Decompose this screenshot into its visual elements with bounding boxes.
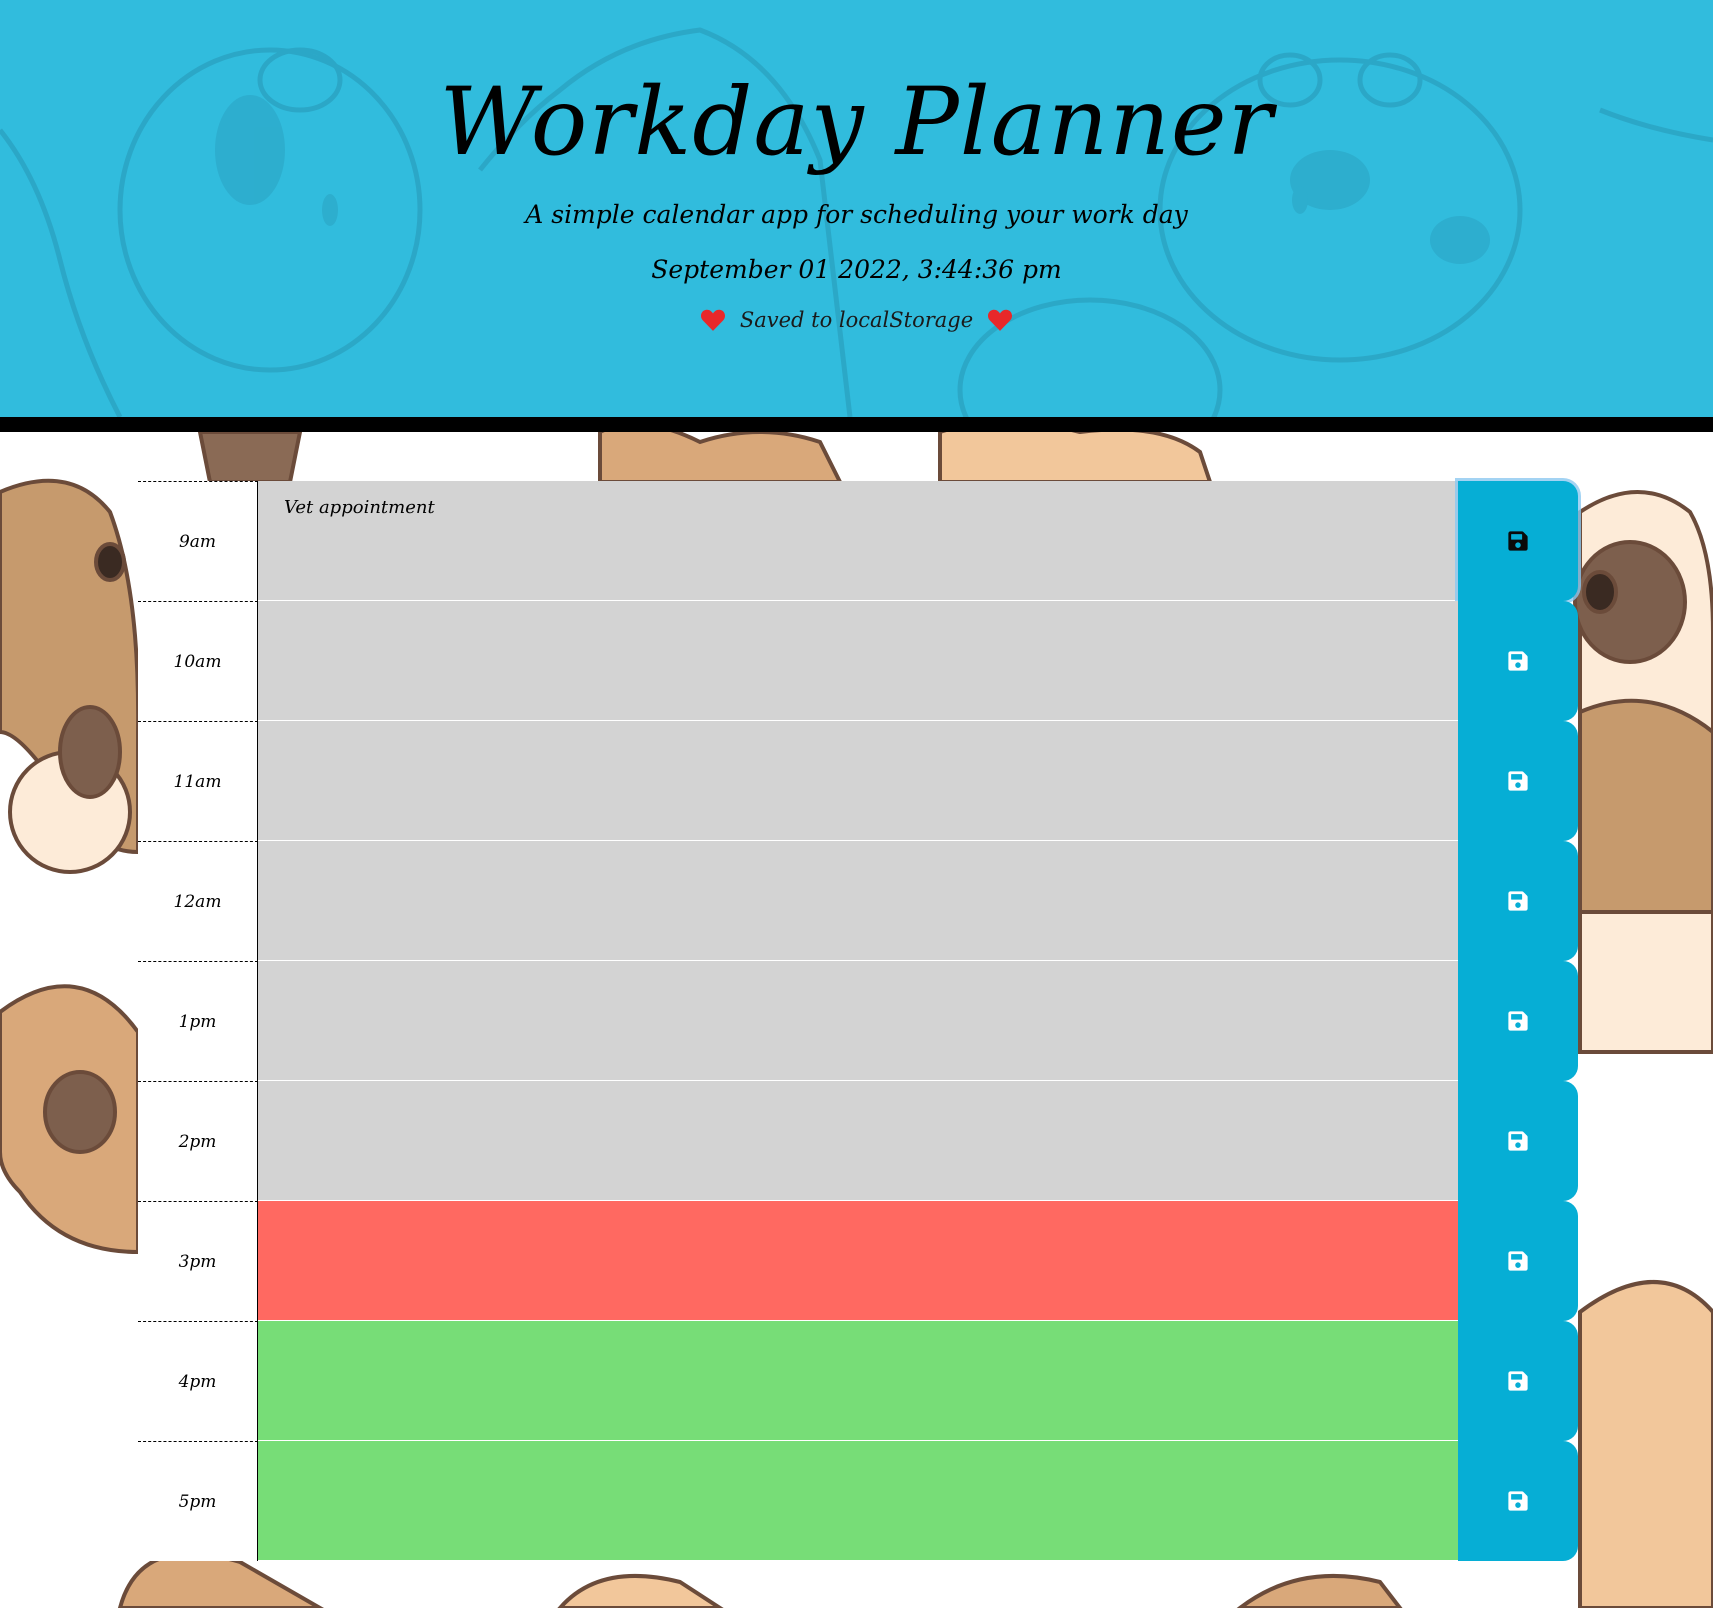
time-block-row: 12am <box>138 841 1580 961</box>
save-button[interactable] <box>1458 481 1578 601</box>
event-description-input[interactable]: Vet appointment <box>258 481 1458 601</box>
save-button[interactable] <box>1458 601 1578 721</box>
page-header: Workday Planner A simple calendar app fo… <box>0 0 1713 417</box>
save-button[interactable] <box>1458 1441 1578 1561</box>
floppy-disk-icon <box>1508 1371 1528 1391</box>
time-block-row: 3pm <box>138 1201 1580 1321</box>
event-description-input[interactable] <box>258 1441 1458 1561</box>
event-description-input[interactable] <box>258 961 1458 1081</box>
current-datetime: September 01 2022, 3:44:36 pm <box>651 255 1062 284</box>
floppy-disk-icon <box>1508 771 1528 791</box>
floppy-disk-icon <box>1508 1011 1528 1031</box>
event-description-input[interactable] <box>258 1081 1458 1201</box>
hour-label: 5pm <box>138 1441 258 1561</box>
event-description-input[interactable] <box>258 1201 1458 1321</box>
hour-label: 1pm <box>138 961 258 1081</box>
save-button[interactable] <box>1458 1081 1578 1201</box>
time-block-row: 2pm <box>138 1081 1580 1201</box>
floppy-disk-icon <box>1508 651 1528 671</box>
hour-label: 10am <box>138 601 258 721</box>
hour-label: 12am <box>138 841 258 961</box>
heart-icon <box>988 309 1013 331</box>
planner-container: 9am Vet appointment 10am 11am 12am 1pm 2… <box>138 481 1580 1561</box>
time-block-row: 1pm <box>138 961 1580 1081</box>
event-description-input[interactable] <box>258 601 1458 721</box>
save-button[interactable] <box>1458 1201 1578 1321</box>
saved-notice: Saved to localStorage <box>0 308 1713 332</box>
hour-label: 2pm <box>138 1081 258 1201</box>
page-title: Workday Planner <box>439 68 1274 177</box>
hour-label: 4pm <box>138 1321 258 1441</box>
floppy-disk-icon <box>1508 1491 1528 1511</box>
time-block-row: 10am <box>138 601 1580 721</box>
time-block-row: 4pm <box>138 1321 1580 1441</box>
save-button[interactable] <box>1458 841 1578 961</box>
hour-label: 3pm <box>138 1201 258 1321</box>
header-divider <box>0 417 1713 432</box>
save-button[interactable] <box>1458 961 1578 1081</box>
floppy-disk-icon <box>1508 531 1528 551</box>
hour-label: 11am <box>138 721 258 841</box>
hour-label: 9am <box>138 481 258 601</box>
saved-notice-text: Saved to localStorage <box>739 308 974 332</box>
floppy-disk-icon <box>1508 1251 1528 1271</box>
event-description-input[interactable] <box>258 841 1458 961</box>
event-description-input[interactable] <box>258 1321 1458 1441</box>
event-description-input[interactable] <box>258 721 1458 841</box>
time-block-row: 11am <box>138 721 1580 841</box>
save-button[interactable] <box>1458 721 1578 841</box>
time-block-row: 9am Vet appointment <box>138 481 1580 601</box>
floppy-disk-icon <box>1508 1131 1528 1151</box>
floppy-disk-icon <box>1508 891 1528 911</box>
time-block-row: 5pm <box>138 1441 1580 1561</box>
save-button[interactable] <box>1458 1321 1578 1441</box>
heart-icon <box>700 309 725 331</box>
page-subtitle: A simple calendar app for scheduling you… <box>525 200 1188 229</box>
